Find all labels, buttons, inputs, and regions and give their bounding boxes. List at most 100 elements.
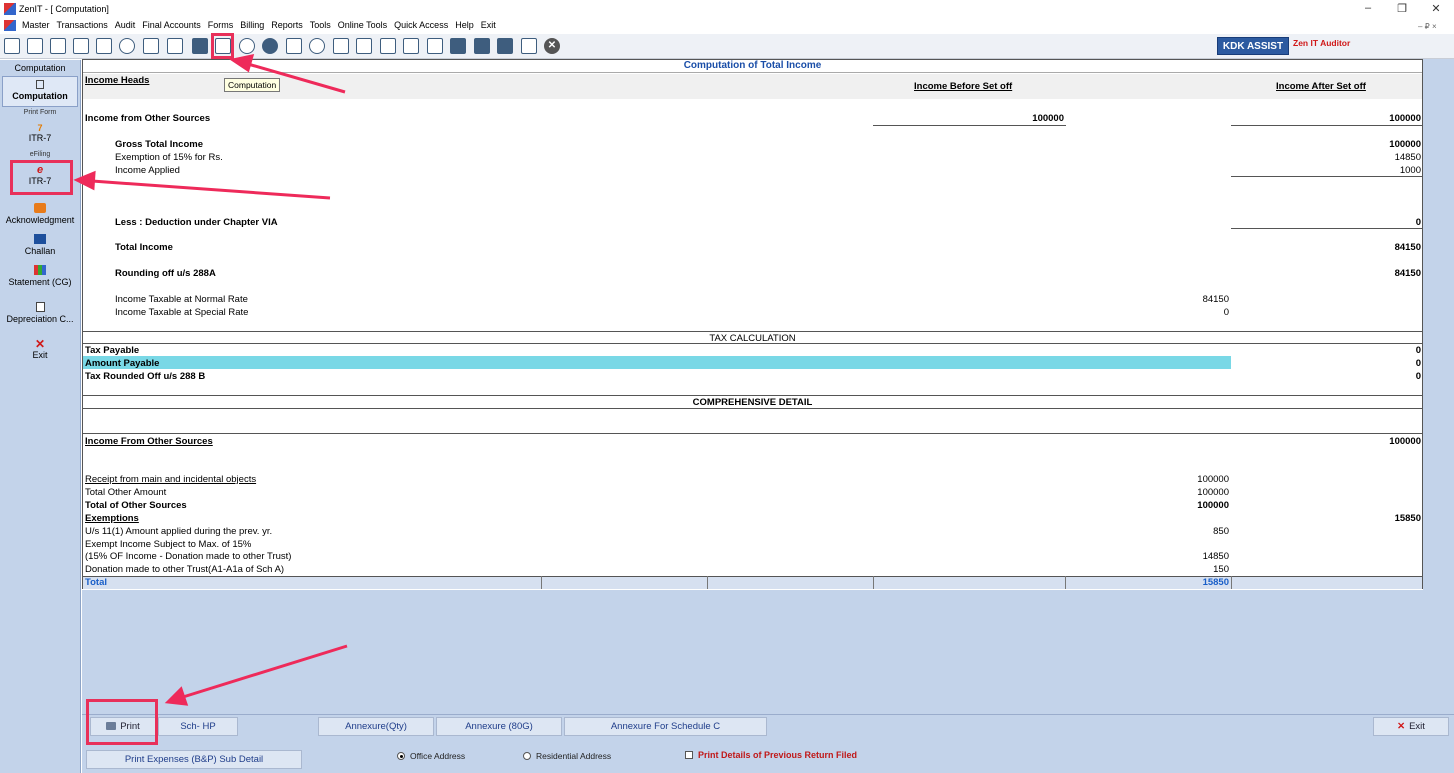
pie-chart-icon[interactable]	[239, 38, 255, 54]
sidebar-item-exit[interactable]: ✕ Exit	[0, 338, 80, 360]
mdi-controls[interactable]: – ₽ ×	[1418, 22, 1437, 31]
sidebar-item-label: Computation	[12, 91, 68, 101]
sidebar-item-depreciation[interactable]: Depreciation C...	[0, 302, 80, 324]
refresh-doc-icon[interactable]	[403, 38, 419, 54]
sidebar-item-computation[interactable]: Computation	[2, 76, 78, 107]
gift-icon[interactable]	[96, 38, 112, 54]
annexure-qty-button[interactable]: Annexure(Qty)	[318, 717, 434, 736]
highlight-box-computation	[211, 33, 234, 59]
close-icon[interactable]: ✕	[544, 38, 560, 54]
office-address-radio[interactable]: Office Address	[397, 751, 465, 761]
exemption-label: Exemption of 15% for Rs.	[115, 152, 223, 163]
print-expenses-button[interactable]: Print Expenses (B&P) Sub Detail	[86, 750, 302, 769]
comprehensive-detail-header: COMPREHENSIVE DETAIL	[692, 397, 813, 408]
tag-icon[interactable]	[143, 38, 159, 54]
sch-hp-button[interactable]: Sch- HP	[158, 717, 238, 736]
receipt-value: 100000	[1197, 474, 1229, 485]
total-label: Total	[85, 577, 107, 588]
menu-help[interactable]: Help	[455, 20, 474, 30]
deduction-value: 0	[1415, 217, 1421, 228]
mdi-logo-icon	[4, 20, 16, 31]
income-heads-header: Income Heads	[85, 75, 150, 86]
us11-label: U/s 11(1) Amount applied during the prev…	[85, 526, 273, 537]
app-logo-icon	[4, 3, 16, 15]
computation-tooltip: Computation	[224, 78, 281, 92]
us11-value: 850	[1213, 526, 1229, 537]
gross-total-value: 100000	[1389, 139, 1421, 150]
exemption-value: 14850	[1394, 152, 1421, 163]
exit-x-icon: ✕	[1397, 721, 1406, 732]
ledger-icon[interactable]	[4, 38, 20, 54]
sidebar-item-challan[interactable]: Challan	[0, 234, 80, 256]
globe-doc-icon[interactable]	[427, 38, 443, 54]
menu-reports[interactable]: Reports	[271, 20, 303, 30]
menu-forms[interactable]: Forms	[208, 20, 234, 30]
vat-icon[interactable]	[474, 38, 490, 54]
menu-online-tools[interactable]: Online Tools	[338, 20, 387, 30]
sidebar-item-acknowledgment[interactable]: Acknowledgment	[0, 203, 80, 225]
menu-billing[interactable]: Billing	[240, 20, 264, 30]
normal-rate-value: 84150	[1202, 294, 1229, 305]
info-icon[interactable]	[309, 38, 325, 54]
efiling-label: eFiling	[29, 151, 51, 158]
users-icon[interactable]	[119, 38, 135, 54]
depreciation-doc-icon	[35, 302, 45, 312]
sidebar-item-label: Exit	[32, 350, 48, 360]
radio-selected-icon	[397, 752, 405, 760]
building-icon[interactable]	[50, 38, 66, 54]
annexure-schedule-c-button[interactable]: Annexure For Schedule C	[564, 717, 767, 736]
bs-icon[interactable]	[450, 38, 466, 54]
tax-icon[interactable]	[192, 38, 208, 54]
sidebar-item-itr7-print[interactable]: 7 ITR-7	[0, 123, 80, 143]
bar-chart-icon[interactable]	[73, 38, 89, 54]
print-previous-return-checkbox[interactable]: Print Details of Previous Return Filed	[685, 750, 857, 760]
rounding-label: Rounding off u/s 288A	[115, 268, 216, 279]
sidebar-item-label: Acknowledgment	[5, 215, 75, 225]
pct-value: 14850	[1202, 551, 1229, 562]
sidebar-item-statement[interactable]: Statement (CG)	[0, 265, 80, 287]
minimize-button[interactable]: –	[1358, 2, 1378, 14]
menu-quick-access[interactable]: Quick Access	[394, 20, 448, 30]
other-sources-before: 100000	[1032, 113, 1064, 124]
print-form-label: Print Form	[23, 109, 57, 116]
300-icon[interactable]	[497, 38, 513, 54]
special-rate-label: Income Taxable at Special Rate	[115, 307, 249, 318]
other-sources-label: Income from Other Sources	[85, 113, 211, 124]
panel-title: Computation of Total Income	[83, 60, 1422, 73]
title-bar: ZenIT - [ Computation] – ❐ ✕	[0, 0, 1454, 18]
calendar-icon[interactable]	[380, 38, 396, 54]
amount-payable-label[interactable]: Amount Payable	[85, 358, 159, 369]
report-icon[interactable]	[333, 38, 349, 54]
tax-payable-label: Tax Payable	[85, 345, 140, 356]
exit-button[interactable]: ✕ Exit	[1373, 717, 1449, 736]
total-income-value: 84150	[1394, 242, 1421, 253]
pay-icon[interactable]	[262, 38, 278, 54]
exit-button-label: Exit	[1409, 721, 1425, 732]
residential-address-radio[interactable]: Residential Address	[523, 751, 611, 761]
calculator-icon[interactable]	[521, 38, 537, 54]
challan-icon	[34, 234, 46, 244]
menu-transactions[interactable]: Transactions	[57, 20, 108, 30]
close-window-button[interactable]: ✕	[1426, 2, 1446, 15]
amount-payable-value: 0	[1415, 358, 1421, 369]
book-icon[interactable]	[286, 38, 302, 54]
menu-master[interactable]: Master	[22, 20, 50, 30]
exemptions-label: Exemptions	[85, 513, 139, 524]
menu-tools[interactable]: Tools	[310, 20, 331, 30]
zen-it-auditor-link[interactable]: Zen IT Auditor	[1293, 38, 1350, 48]
menu-audit[interactable]: Audit	[115, 20, 136, 30]
restore-button[interactable]: ❐	[1392, 2, 1412, 15]
sidebar-item-label: Depreciation C...	[6, 314, 74, 324]
tax-payable-value: 0	[1415, 345, 1421, 356]
filter-icon[interactable]	[167, 38, 183, 54]
home-icon[interactable]	[27, 38, 43, 54]
total-other-label: Total Other Amount	[85, 487, 167, 498]
ios-value: 100000	[1389, 436, 1421, 447]
person-doc-icon[interactable]	[356, 38, 372, 54]
annexure-80g-button[interactable]: Annexure (80G)	[436, 717, 562, 736]
menu-final-accounts[interactable]: Final Accounts	[142, 20, 201, 30]
menu-exit[interactable]: Exit	[481, 20, 496, 30]
ios-label: Income From Other Sources	[85, 436, 213, 447]
kdk-assist-button[interactable]: KDK ASSIST	[1217, 37, 1289, 55]
sidebar-item-label: Challan	[24, 246, 56, 256]
